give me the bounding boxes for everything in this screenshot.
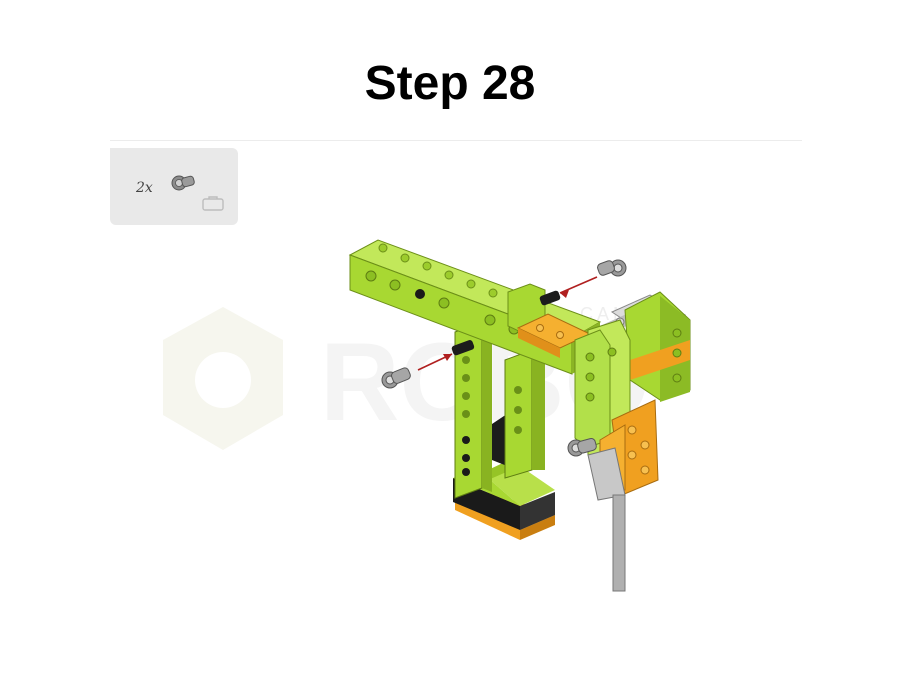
- gray-axle: [612, 494, 626, 592]
- pin-right: [539, 259, 627, 306]
- assembly-illustration: [348, 239, 691, 592]
